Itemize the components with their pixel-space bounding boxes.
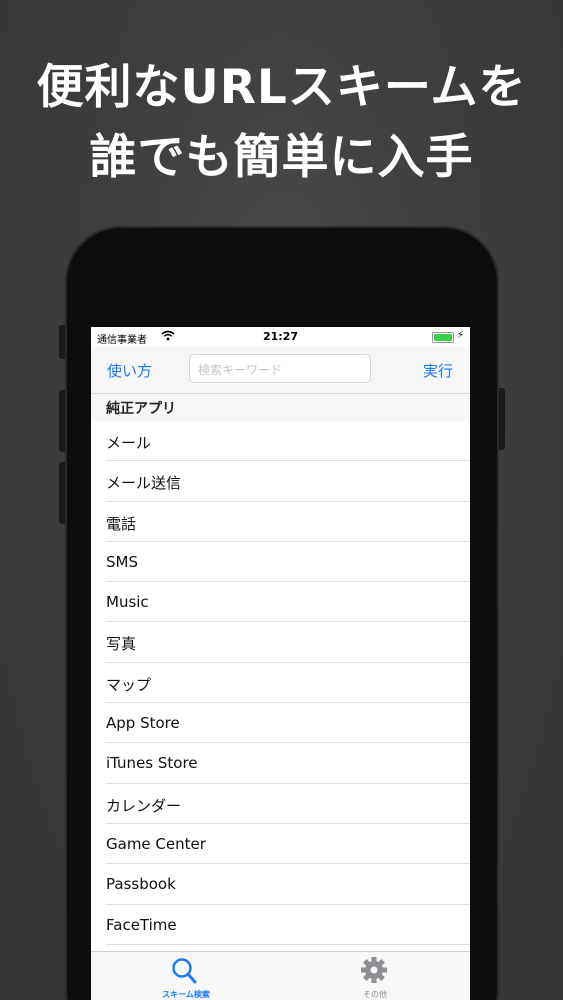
charging-icon: ⚡ xyxy=(456,330,464,341)
run-button[interactable]: 実行 xyxy=(423,360,453,381)
tab-label: スキーム検索 xyxy=(162,990,210,999)
list-item[interactable]: Game Center xyxy=(91,824,470,865)
list-item[interactable]: iTunes Store xyxy=(91,743,470,784)
search-icon xyxy=(169,957,201,985)
gear-icon xyxy=(358,957,390,985)
promo-headline-line2: 誰でも簡単に入手 xyxy=(89,130,474,185)
tab-other[interactable]: その他 xyxy=(280,952,470,1000)
section-header: 純正アプリ xyxy=(91,394,470,421)
promo-headline-line1: 便利なURLスキームを xyxy=(36,60,527,115)
list-item[interactable]: App Store xyxy=(91,703,470,744)
tab-scheme-search[interactable]: スキーム検索 xyxy=(91,952,281,1000)
search-input[interactable]: 検索キーワード xyxy=(189,354,371,383)
list-item[interactable]: メール xyxy=(91,421,470,462)
navigation-bar: 使い方 検索キーワード 実行 xyxy=(91,347,470,394)
list-item[interactable]: メール送信 xyxy=(91,461,470,502)
status-time: 21:27 xyxy=(262,330,298,343)
phone-power-button xyxy=(498,388,505,450)
list-item[interactable]: Passbook xyxy=(91,864,470,905)
list-item[interactable]: カレンダー xyxy=(91,784,470,825)
tab-bar: スキーム検索 その他 xyxy=(91,951,470,1000)
howto-button[interactable]: 使い方 xyxy=(107,360,152,381)
list-item[interactable]: 電話 xyxy=(91,502,470,543)
list-item[interactable]: FaceTime xyxy=(91,905,470,946)
scheme-list: メール メール送信 電話 SMS Music 写真 マップ App Store iTunes S… xyxy=(91,421,470,946)
app-screen: 通信事業者 21:27 ⚡ 使い方 検索キーワード 実行 純正アプリ メール メー… xyxy=(91,327,470,1000)
list-item[interactable]: SMS xyxy=(91,542,470,583)
tab-label: その他 xyxy=(363,990,387,999)
battery-icon xyxy=(432,332,454,343)
list-item[interactable]: マップ xyxy=(91,663,470,704)
status-bar: 通信事業者 21:27 ⚡ xyxy=(91,327,470,347)
list-item[interactable]: Music xyxy=(91,582,470,623)
list-item[interactable]: 写真 xyxy=(91,622,470,664)
